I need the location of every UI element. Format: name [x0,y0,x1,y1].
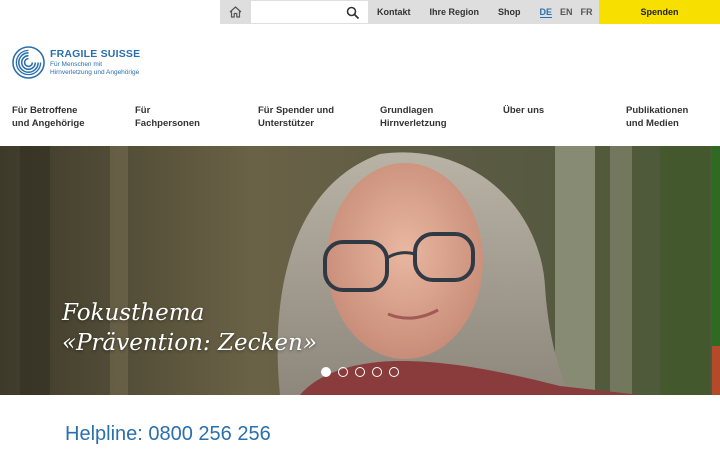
shop-link[interactable]: Shop [498,7,521,17]
logo-tagline: Für Menschen mit Hirnverletzung und Ange… [50,61,140,76]
nav-item-label: Über uns [503,105,545,116]
home-icon [229,6,242,18]
nav-item-label: Unterstützer [258,118,314,129]
nav-item-basics[interactable]: Grundlagen Hirnverletzung [380,104,490,130]
carousel-indicators [321,367,406,377]
nav-item-about[interactable]: Über uns [503,104,613,117]
lang-en[interactable]: EN [560,7,573,17]
contact-link[interactable]: Kontakt [377,7,411,17]
nav-item-label: Grundlagen [380,105,434,116]
hero-banner[interactable]: Fokusthema «Prävention: Zecken» [0,146,720,395]
lang-fr[interactable]: FR [581,7,593,17]
nav-item-donors[interactable]: Für Spender und Unterstützer [258,104,368,130]
search-icon[interactable] [346,6,360,20]
nav-item-label: Publikationen [626,105,689,116]
utility-links: Kontakt Ihre Region Shop DE EN FR IT [368,0,609,24]
nav-item-label: Für [135,105,151,116]
logo-name: FRAGILE SUISSE [50,48,141,60]
region-link[interactable]: Ihre Region [430,7,480,17]
nav-item-professionals[interactable]: Für Fachpersonen [135,104,245,130]
lang-de[interactable]: DE [539,7,553,18]
nav-item-label: und Medien [626,118,679,129]
nav-item-label: Für Betroffene [12,105,78,116]
helpline[interactable]: Helpline: 0800 256 256 [65,423,271,446]
search-input[interactable] [251,1,341,23]
home-button[interactable] [220,0,251,24]
hero-title[interactable]: Fokusthema «Prävention: Zecken» [62,298,317,358]
hero-title-line: «Prävention: Zecken» [62,330,317,356]
main-nav: Für Betroffene und Angehörige Für Fachpe… [12,104,712,134]
nav-item-label: Fachpersonen [135,118,200,129]
carousel-dot[interactable] [338,367,348,377]
nav-item-label: und Angehörige [12,118,85,129]
hero-title-line: Fokusthema [62,300,205,326]
site-logo[interactable]: FRAGILE SUISSE Für Menschen mit Hirnverl… [12,46,140,79]
carousel-dot[interactable] [355,367,365,377]
nav-item-label: Hirnverletzung [380,118,447,129]
carousel-dot[interactable] [321,367,331,377]
spiral-logo-icon [12,46,45,79]
nav-item-publications[interactable]: Publikationen und Medien [626,104,712,130]
donate-button[interactable]: Spenden [599,0,720,24]
nav-item-label: Für Spender und [258,105,334,116]
utility-bar: Kontakt Ihre Region Shop DE EN FR IT Spe… [220,0,720,24]
search-box [251,0,368,24]
carousel-dot[interactable] [389,367,399,377]
carousel-dot[interactable] [372,367,382,377]
nav-item-affected[interactable]: Für Betroffene und Angehörige [12,104,122,130]
